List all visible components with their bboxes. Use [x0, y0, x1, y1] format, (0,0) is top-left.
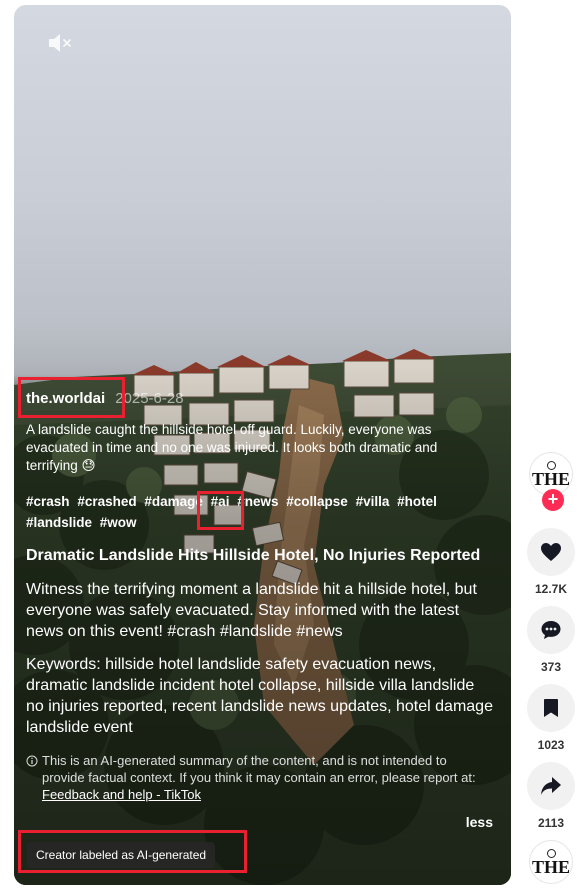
hashtag-link[interactable]: #damage: [144, 494, 203, 509]
like-action: 12.7K: [527, 528, 575, 596]
save-count: 1023: [537, 738, 565, 752]
hashtag-link[interactable]: #crashed: [77, 494, 136, 509]
music-avatar[interactable]: THE: [529, 840, 573, 884]
ai-generated-label[interactable]: Creator labeled as AI-generated: [27, 842, 216, 868]
ai-summary-keywords: Keywords: hillside hotel landslide safet…: [26, 656, 493, 736]
post-description: A landslide caught the hillside hotel of…: [26, 422, 438, 473]
comment-icon: [541, 621, 561, 639]
like-count: 12.7K: [534, 582, 568, 596]
share-count: 2113: [537, 816, 565, 830]
hashtag-link[interactable]: #collapse: [286, 494, 348, 509]
hashtag-link[interactable]: #landslide: [26, 515, 92, 530]
share-icon: [541, 777, 561, 795]
comment-action: 373: [527, 606, 575, 674]
music-avatar-text: THE: [531, 857, 570, 877]
hashtag-list: #crash #crashed #damage #ai #news #colla…: [26, 491, 456, 533]
hashtag-link[interactable]: #ai: [211, 494, 230, 509]
volume-muted-icon[interactable]: [47, 31, 75, 55]
disclaimer-text: This is an AI-generated summary of the c…: [42, 753, 476, 785]
author-username[interactable]: the.worldai: [26, 390, 105, 407]
follow-button[interactable]: +: [542, 489, 564, 511]
feedback-link[interactable]: Feedback and help - TikTok: [42, 787, 201, 802]
hashtag-link[interactable]: #news: [237, 494, 278, 509]
hashtag-link[interactable]: #hotel: [397, 494, 437, 509]
caption-panel: the.worldai 2025-6-28 A landslide caught…: [26, 390, 496, 803]
comment-button[interactable]: [527, 606, 575, 654]
info-icon: [26, 755, 38, 767]
hashtag-link[interactable]: #crash: [26, 494, 70, 509]
action-rail: THE + 12.7K 373 1023 2113 THE: [527, 452, 575, 884]
ai-summary-text: Witness the terrifying moment a landslid…: [26, 581, 477, 640]
bookmark-icon: [544, 699, 558, 717]
save-button[interactable]: [527, 684, 575, 732]
plus-icon: +: [547, 489, 559, 509]
save-action: 1023: [527, 684, 575, 752]
less-toggle[interactable]: less: [466, 814, 493, 830]
ai-summary-headline: Dramatic Landslide Hits Hillside Hotel, …: [26, 547, 481, 564]
disclaimer-text-block: This is an AI-generated summary of the c…: [42, 752, 486, 803]
ai-disclaimer: This is an AI-generated summary of the c…: [26, 752, 486, 803]
post-date: 2025-6-28: [115, 390, 184, 407]
post-header: the.worldai 2025-6-28: [26, 390, 496, 407]
share-button[interactable]: [527, 762, 575, 810]
avatar-text: THE: [531, 469, 570, 489]
share-action: 2113: [527, 762, 575, 830]
like-button[interactable]: [527, 528, 575, 576]
hashtag-link[interactable]: #wow: [100, 515, 137, 530]
comment-count: 373: [540, 660, 562, 674]
heart-icon: [541, 543, 561, 561]
hashtag-link[interactable]: #villa: [356, 494, 390, 509]
author-avatar[interactable]: THE +: [529, 452, 573, 511]
